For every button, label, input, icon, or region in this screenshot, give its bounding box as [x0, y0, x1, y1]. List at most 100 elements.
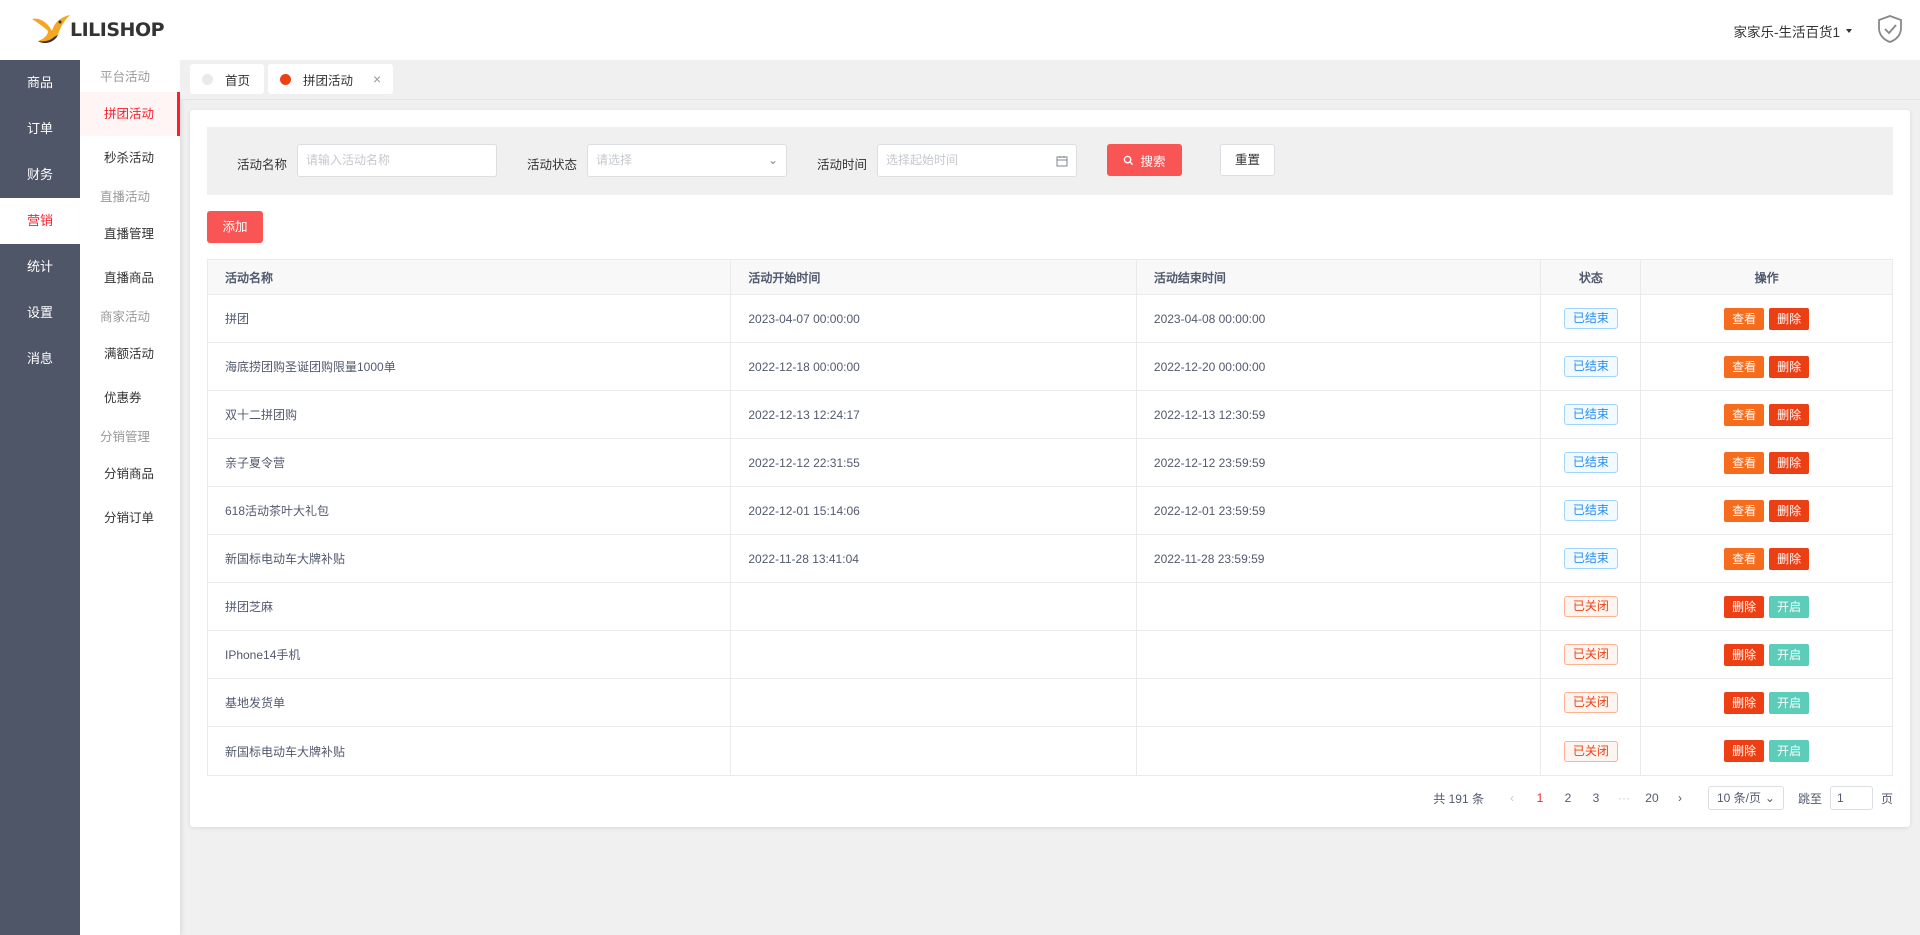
- delete-button[interactable]: 删除: [1724, 740, 1765, 762]
- nav-item-full-discount[interactable]: 满额活动: [80, 332, 180, 376]
- row-status: 已结束: [1541, 535, 1642, 582]
- row-end-time: [1137, 583, 1542, 630]
- status-badge: 已关闭: [1563, 740, 1618, 762]
- activity-status-label: 活动状态: [527, 158, 578, 172]
- delete-button[interactable]: 删除: [1724, 595, 1765, 618]
- reset-button[interactable]: 重置: [1220, 144, 1275, 176]
- nav-item-flash-sale[interactable]: 秒杀活动: [80, 136, 180, 180]
- nav-item-live-goods[interactable]: 直播商品: [80, 256, 180, 300]
- user-menu[interactable]: 家家乐-生活百货1: [1733, 21, 1852, 41]
- table-row: 拼团芝麻 已关闭 删除 开启: [208, 583, 1892, 631]
- nav-orders[interactable]: 订单: [0, 106, 80, 152]
- row-start-time: 2023-04-07 00:00:00: [731, 295, 1137, 342]
- view-button[interactable]: 查看: [1724, 547, 1765, 570]
- page-size-select[interactable]: 10 条/页 ⌄: [1707, 786, 1784, 810]
- view-button[interactable]: 查看: [1724, 403, 1765, 426]
- activity-status-select[interactable]: 请选择 ⌄: [587, 144, 787, 177]
- chevron-down-icon: ⌄: [1764, 791, 1775, 805]
- nav-group-merchant: 商家活动: [100, 310, 151, 324]
- status-badge: 已关闭: [1563, 692, 1618, 713]
- status-badge: 已关闭: [1563, 644, 1618, 665]
- open-button[interactable]: 开启: [1769, 691, 1810, 714]
- nav-item-group-buy[interactable]: 拼团活动: [80, 92, 180, 136]
- row-status: 已结束: [1541, 487, 1642, 534]
- activity-name-input[interactable]: 请输入活动名称: [297, 144, 497, 177]
- row-end-time: 2022-12-12 23:59:59: [1137, 439, 1542, 486]
- pagination: 共 191 条 ‹ 1 2 3 ··· 20 › 10 条/页 ⌄ 跳至 1 页: [1433, 786, 1893, 810]
- brand-logo[interactable]: LILISHOP: [0, 0, 180, 60]
- page-3[interactable]: 3: [1582, 791, 1610, 805]
- delete-button[interactable]: 删除: [1769, 451, 1810, 474]
- status-badge: 已结束: [1563, 356, 1618, 377]
- row-actions: 查看 删除: [1641, 391, 1892, 438]
- close-icon[interactable]: ×: [373, 71, 381, 87]
- nav-item-dist-goods[interactable]: 分销商品: [80, 452, 180, 496]
- view-button[interactable]: 查看: [1724, 307, 1765, 330]
- nav-marketing[interactable]: 营销: [0, 198, 80, 244]
- table-row: 海底捞团购圣诞团购限量1000单 2022-12-18 00:00:00 2022-…: [208, 343, 1892, 391]
- next-page-icon[interactable]: ›: [1666, 791, 1694, 805]
- page-1[interactable]: 1: [1526, 791, 1554, 805]
- add-button[interactable]: 添加: [207, 211, 263, 243]
- page-ellipsis[interactable]: ···: [1610, 791, 1638, 805]
- row-name: 基地发货单: [208, 679, 732, 726]
- tab-group-buy[interactable]: 拼团活动 ×: [268, 64, 394, 94]
- calendar-icon: [1056, 145, 1068, 179]
- row-actions: 查看 删除: [1641, 343, 1892, 390]
- page-20[interactable]: 20: [1638, 791, 1666, 805]
- row-end-time: 2023-04-08 00:00:00: [1137, 295, 1542, 342]
- row-start-time: [731, 727, 1137, 775]
- row-start-time: [731, 679, 1137, 726]
- jump-input[interactable]: 1: [1829, 786, 1873, 810]
- row-name: 亲子夏令营: [208, 439, 732, 486]
- nav-statistics[interactable]: 统计: [0, 244, 80, 290]
- search-button-label: 搜索: [1140, 154, 1166, 169]
- open-button[interactable]: 开启: [1769, 740, 1810, 762]
- row-start-time: 2022-12-13 12:24:17: [731, 391, 1137, 438]
- delete-button[interactable]: 删除: [1769, 547, 1810, 570]
- delete-button[interactable]: 删除: [1769, 499, 1810, 522]
- view-button[interactable]: 查看: [1724, 499, 1765, 522]
- nav-group-live: 直播活动: [100, 190, 151, 204]
- col-status: 状态: [1541, 260, 1642, 294]
- row-status: 已关闭: [1541, 583, 1642, 630]
- delete-button[interactable]: 删除: [1724, 691, 1765, 714]
- view-button[interactable]: 查看: [1724, 451, 1765, 474]
- table-row: 618活动茶叶大礼包 2022-12-01 15:14:06 2022-12-01 …: [208, 487, 1892, 535]
- tab-home[interactable]: 首页: [190, 64, 264, 94]
- table-row: IPhone14手机 已关闭 删除 开启: [208, 631, 1892, 679]
- row-actions: 查看 删除: [1641, 487, 1892, 534]
- activity-time-picker[interactable]: 选择起始时间: [877, 144, 1077, 177]
- nav-item-dist-orders[interactable]: 分销订单: [80, 496, 180, 540]
- status-badge: 已结束: [1563, 452, 1618, 473]
- shield-check-icon[interactable]: [1874, 13, 1906, 45]
- nav-settings[interactable]: 设置: [0, 290, 80, 336]
- table-row: 拼团 2023-04-07 00:00:00 2023-04-08 00:00:00…: [208, 295, 1892, 343]
- delete-button[interactable]: 删除: [1769, 355, 1810, 378]
- tab-dot-icon: [280, 73, 291, 85]
- open-button[interactable]: 开启: [1769, 595, 1810, 618]
- col-name: 活动名称: [208, 260, 732, 294]
- table-header: 活动名称 活动开始时间 活动结束时间 状态 操作: [208, 260, 1892, 295]
- nav-goods[interactable]: 商品: [0, 60, 80, 106]
- nav-finance[interactable]: 财务: [0, 152, 80, 198]
- nav-messages[interactable]: 消息: [0, 336, 80, 382]
- nav-item-live-manage[interactable]: 直播管理: [80, 212, 180, 256]
- delete-button[interactable]: 删除: [1769, 307, 1810, 330]
- row-end-time: [1137, 727, 1542, 775]
- row-name: 新国标电动车大牌补贴: [208, 727, 732, 775]
- search-button[interactable]: 搜索: [1107, 144, 1182, 176]
- prev-page-icon[interactable]: ‹: [1498, 791, 1526, 805]
- nav-item-coupon[interactable]: 优惠券: [80, 376, 180, 420]
- delete-button[interactable]: 删除: [1769, 403, 1810, 426]
- page-2[interactable]: 2: [1554, 791, 1582, 805]
- view-button[interactable]: 查看: [1724, 355, 1765, 378]
- brand-name: LILISHOP: [70, 19, 165, 41]
- tab-dot-icon: [202, 73, 213, 85]
- row-start-time: 2022-11-28 13:41:04: [731, 535, 1137, 582]
- open-button[interactable]: 开启: [1769, 643, 1810, 666]
- delete-button[interactable]: 删除: [1724, 643, 1765, 666]
- table-row: 亲子夏令营 2022-12-12 22:31:55 2022-12-12 23:59…: [208, 439, 1892, 487]
- row-actions: 删除 开启: [1641, 583, 1892, 630]
- time-placeholder: 选择起始时间: [886, 153, 959, 167]
